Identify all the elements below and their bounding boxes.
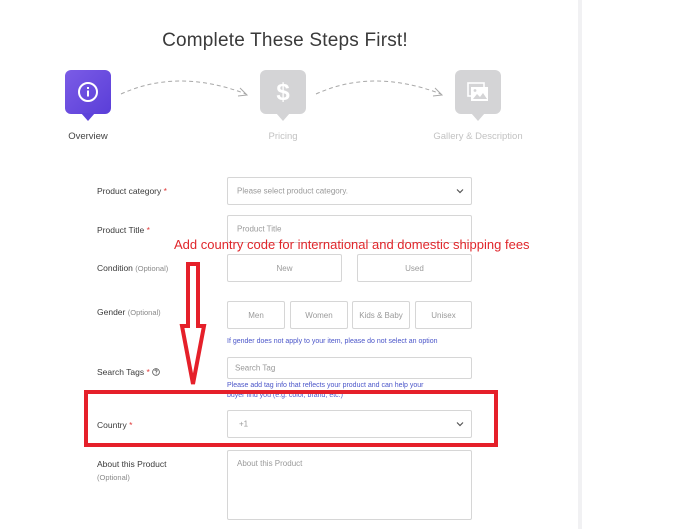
product-category-label: Product category * xyxy=(97,186,167,196)
gender-label: Gender (Optional) xyxy=(97,307,161,317)
svg-text:$: $ xyxy=(276,79,290,105)
condition-label: Condition (Optional) xyxy=(97,263,169,273)
about-product-label: About this Product (Optional) xyxy=(97,459,167,482)
step-overview-label: Overview xyxy=(68,131,108,142)
step-overview-badge xyxy=(65,70,111,121)
annotation-arrow xyxy=(179,262,207,385)
condition-used-button[interactable]: Used xyxy=(357,254,472,282)
product-title-label: Product Title * xyxy=(97,225,150,235)
help-icon[interactable] xyxy=(152,368,160,376)
side-area xyxy=(582,0,690,529)
gender-kids-baby-button[interactable]: Kids & Baby xyxy=(352,301,410,329)
search-tags-label: Search Tags * xyxy=(97,367,160,377)
step-gallery[interactable]: Gallery & Description xyxy=(433,70,523,142)
step-gallery-badge xyxy=(455,70,501,121)
gender-men-button[interactable]: Men xyxy=(227,301,285,329)
step-connector-2 xyxy=(315,80,444,97)
step-pricing-badge: $ xyxy=(260,70,306,121)
gender-unisex-button[interactable]: Unisex xyxy=(415,301,472,329)
search-tag-input[interactable]: Search Tag xyxy=(227,357,472,379)
condition-new-button[interactable]: New xyxy=(227,254,342,282)
product-category-select[interactable]: Please select product category. xyxy=(227,177,472,205)
gallery-icon xyxy=(467,82,488,101)
gender-women-button[interactable]: Women xyxy=(290,301,348,329)
step-pricing-label: Pricing xyxy=(268,131,298,142)
page-title: Complete These Steps First! xyxy=(162,30,408,51)
step-gallery-label: Gallery & Description xyxy=(433,131,523,142)
step-overview[interactable]: Overview xyxy=(65,70,111,142)
info-icon xyxy=(78,82,98,102)
about-product-textarea[interactable]: About this Product xyxy=(227,450,472,520)
chevron-down-icon xyxy=(456,189,464,194)
step-connector-1 xyxy=(120,80,249,97)
step-pricing[interactable]: $ Pricing xyxy=(260,70,306,142)
annotation-highlight-box xyxy=(84,390,498,447)
annotation-text: Add country code for international and d… xyxy=(174,237,530,252)
dollar-icon: $ xyxy=(276,79,290,105)
gender-hint: If gender does not apply to your item, p… xyxy=(227,338,438,345)
